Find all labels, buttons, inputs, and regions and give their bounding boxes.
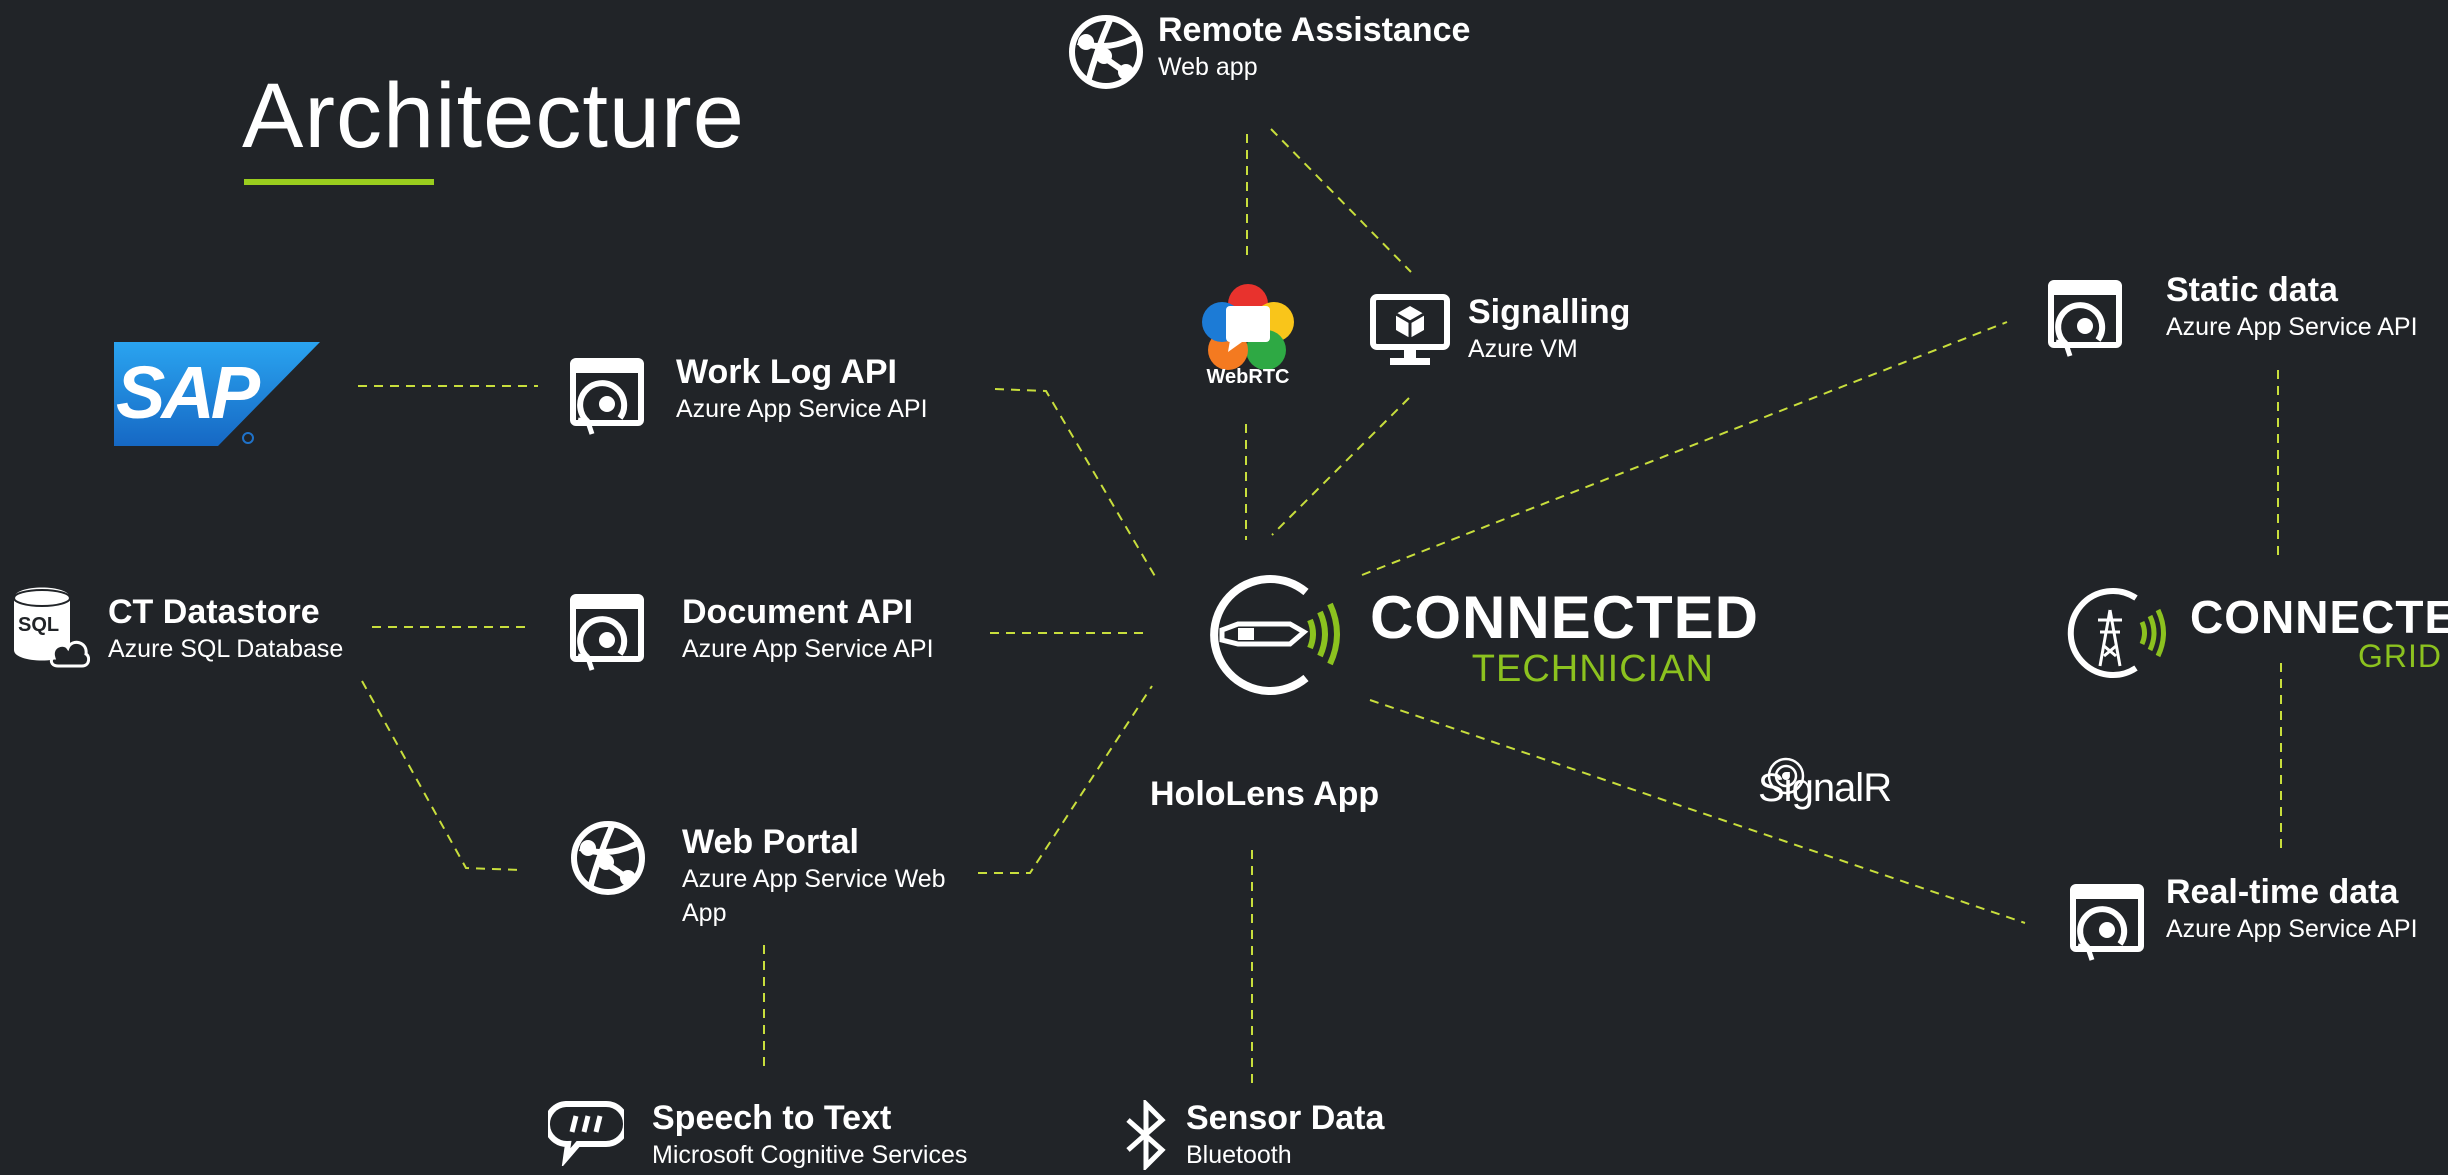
document-api-node: Document API Azure App Service API: [682, 592, 934, 667]
connector-hololens-static: [1361, 321, 2008, 576]
connector-signalling-hololens: [1271, 397, 1410, 536]
connector-ctdatastore-webportal: [361, 680, 522, 871]
connected-grid-logo: [2064, 586, 2174, 680]
connected-grid-sub: GRID: [2358, 638, 2442, 674]
webrtc-label: WebRTC: [1206, 366, 1290, 388]
connected-technician-main: CONNECTED: [1370, 584, 1760, 651]
app-service-api-icon: [570, 358, 644, 438]
realtime-data-subtitle: Azure App Service API: [2166, 914, 2418, 943]
document-api-subtitle: Azure App Service API: [682, 634, 934, 663]
app-service-api-icon: [570, 594, 644, 674]
remote-assistance-node: Remote Assistance Web app: [1158, 10, 1470, 85]
app-service-api-icon: [2048, 280, 2122, 360]
sensor-data-subtitle: Bluetooth: [1186, 1140, 1292, 1169]
ct-datastore-title: CT Datastore: [108, 593, 320, 631]
connected-grid-main: CONNECTED: [2190, 591, 2448, 643]
page-title: Architecture: [242, 65, 745, 167]
hololens-app-title: HoloLens App: [1150, 775, 1380, 813]
app-service-api-icon: [2070, 884, 2144, 964]
connected-technician-logo: [1198, 574, 1348, 696]
ct-datastore-subtitle: Azure SQL Database: [108, 634, 344, 663]
speech-to-text-node: Speech to Text Microsoft Cognitive Servi…: [652, 1098, 967, 1173]
signalling-node: Signalling Azure VM: [1468, 292, 1630, 367]
signalling-subtitle: Azure VM: [1468, 334, 1578, 363]
remote-assistance-subtitle: Web app: [1158, 52, 1258, 81]
connector-worklog-hololens: [994, 388, 1157, 579]
work-log-api-node: Work Log API Azure App Service API: [676, 352, 928, 427]
web-portal-node: Web Portal Azure App Service Web App: [682, 822, 982, 930]
work-log-api-subtitle: Azure App Service API: [676, 394, 928, 423]
work-log-api-title: Work Log API: [676, 353, 897, 391]
globe-icon: [568, 818, 648, 898]
connected-technician-brand: CONNECTED TECHNICIAN: [1370, 584, 1760, 690]
static-data-subtitle: Azure App Service API: [2166, 312, 2418, 341]
connected-grid-brand: CONNECTED GRID: [2190, 591, 2448, 674]
sql-database-icon: SQL: [10, 586, 91, 668]
static-data-node: Static data Azure App Service API: [2166, 270, 2418, 345]
web-portal-title: Web Portal: [682, 823, 859, 861]
static-data-title: Static data: [2166, 271, 2338, 309]
web-portal-subtitle: Azure App Service Web App: [682, 864, 946, 927]
bluetooth-icon: [1118, 1097, 1174, 1173]
virtual-machine-icon: [1370, 294, 1450, 370]
sql-label: SQL: [18, 614, 60, 636]
sensor-data-node: Sensor Data Bluetooth: [1186, 1098, 1384, 1173]
remote-assistance-title: Remote Assistance: [1158, 11, 1471, 49]
sap-logo: SAP: [114, 342, 320, 446]
speech-to-text-title: Speech to Text: [652, 1099, 892, 1137]
webrtc-logo: WebRTC: [1200, 280, 1296, 392]
speech-to-text-subtitle: Microsoft Cognitive Services: [652, 1140, 968, 1169]
realtime-data-title: Real-time data: [2166, 873, 2399, 911]
signalr-label: SignalR: [1758, 766, 1892, 810]
sensor-data-title: Sensor Data: [1186, 1099, 1385, 1137]
signalling-title: Signalling: [1468, 293, 1631, 331]
connector-webportal-hololens: [978, 685, 1153, 874]
realtime-data-node: Real-time data Azure App Service API: [2166, 872, 2418, 947]
title-underline: [244, 179, 434, 185]
signalr-logo: SignalR: [1756, 756, 1896, 816]
ct-datastore-node: CT Datastore Azure SQL Database: [108, 592, 343, 667]
connected-technician-sub: TECHNICIAN: [1471, 648, 1714, 690]
globe-icon: [1066, 12, 1146, 92]
document-api-title: Document API: [682, 593, 914, 631]
connector-hololens-realtime: [1369, 699, 2026, 924]
speech-bubble-icon: [543, 1100, 629, 1168]
connector-remote-signalling: [1270, 128, 1412, 273]
sap-wordmark: SAP: [116, 351, 260, 434]
